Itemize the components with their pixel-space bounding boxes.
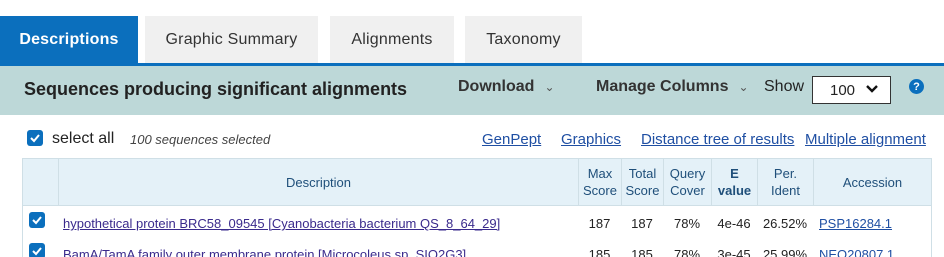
description-link[interactable]: BamA/TamA family outer membrane protein … — [63, 247, 466, 257]
header-text: Max — [587, 166, 613, 181]
per-ident-cell: 26.52% — [762, 215, 808, 231]
query-cover-cell: 78% — [673, 215, 701, 231]
header-text: Score — [583, 183, 617, 198]
accession-link[interactable]: NEQ20807.1 — [819, 247, 894, 257]
selected-count: 100 sequences selected — [130, 132, 271, 147]
header-text: Per. — [773, 166, 798, 181]
tab-taxonomy-label: Taxonomy — [486, 30, 561, 48]
header-select-column — [23, 159, 58, 205]
header-accession-label: Accession — [842, 174, 903, 190]
results-toolbar: Sequences producing significant alignmen… — [0, 66, 944, 115]
header-text: Ident — [771, 183, 800, 198]
select-all-checkbox[interactable] — [27, 130, 43, 146]
header-text: E — [730, 166, 739, 181]
table-row: hypothetical protein BRC58_09545 [Cyanob… — [23, 208, 931, 238]
query-cover-cell: 78% — [673, 246, 701, 257]
per-ident-cell: 25.99% — [762, 246, 808, 257]
header-description[interactable]: Description — [58, 159, 578, 205]
row-checkbox[interactable] — [29, 212, 45, 228]
header-e-value[interactable]: Evalue — [711, 159, 757, 205]
e-value-cell: 4e-46 — [717, 215, 751, 231]
table-header: Description Max Score Total Score Query Cov… — [23, 158, 931, 206]
chevron-down-icon: ⌄ — [738, 80, 749, 94]
chevron-down-icon — [866, 82, 878, 97]
download-menu[interactable]: Download ⌄ — [458, 78, 555, 96]
description-link[interactable]: hypothetical protein BRC58_09545 [Cyanob… — [63, 216, 500, 231]
select-all-label[interactable]: select all — [52, 130, 114, 148]
e-value-cell: 3e-45 — [717, 246, 751, 257]
checkmark-icon — [32, 247, 42, 256]
show-count-value: 100 — [830, 81, 856, 99]
header-query-cover[interactable]: Query Cover — [663, 159, 711, 205]
tab-graphic-summary[interactable]: Graphic Summary — [145, 16, 318, 63]
header-per-ident[interactable]: Per. Ident — [757, 159, 813, 205]
selection-bar: select all 100 sequences selected GenPep… — [0, 126, 944, 152]
accession-link[interactable]: PSP16284.1 — [819, 216, 892, 231]
checkmark-icon — [30, 134, 40, 143]
header-text: Score — [625, 183, 660, 198]
header-per-ident-label: Per. Ident — [771, 165, 800, 199]
header-e-value-label: Evalue — [718, 165, 751, 199]
download-label: Download — [458, 78, 535, 95]
multiple-alignment-link[interactable]: Multiple alignment — [805, 131, 926, 148]
genpept-link[interactable]: GenPept — [482, 131, 541, 148]
tab-alignments[interactable]: Alignments — [330, 16, 454, 63]
tab-alignments-label: Alignments — [351, 30, 433, 48]
result-tabs: Descriptions Graphic Summary Alignments … — [0, 16, 944, 64]
header-text: Query — [669, 166, 706, 181]
max-score-cell: 185 — [588, 246, 611, 257]
header-text: Total — [628, 166, 657, 181]
tab-graphic-summary-label: Graphic Summary — [165, 30, 298, 48]
manage-columns-label: Manage Columns — [596, 78, 729, 95]
header-max-score[interactable]: Max Score — [578, 159, 621, 205]
help-icon[interactable]: ? — [909, 79, 924, 94]
chevron-down-icon: ⌄ — [544, 80, 555, 94]
graphics-link[interactable]: Graphics — [561, 131, 621, 148]
row-checkbox[interactable] — [29, 243, 45, 257]
header-query-cover-label: Query Cover — [670, 165, 705, 199]
section-title: Sequences producing significant alignmen… — [24, 79, 408, 99]
header-accession[interactable]: Accession — [813, 159, 931, 205]
max-score-cell: 187 — [588, 215, 611, 231]
header-max-score-label: Max Score — [583, 165, 617, 199]
table-row: BamA/TamA family outer membrane protein … — [23, 239, 931, 257]
header-text: Cover — [670, 183, 705, 198]
help-glyph: ? — [913, 80, 920, 93]
tab-taxonomy[interactable]: Taxonomy — [465, 16, 582, 63]
header-total-score-label: Total Score — [626, 165, 660, 199]
checkmark-icon — [32, 216, 42, 225]
distance-tree-link[interactable]: Distance tree of results — [641, 131, 794, 148]
results-table: Description Max Score Total Score Query Cov… — [22, 158, 932, 257]
header-total-score[interactable]: Total Score — [621, 159, 663, 205]
header-text: value — [717, 183, 752, 198]
total-score-cell: 185 — [631, 246, 653, 257]
header-description-label: Description — [285, 174, 352, 190]
total-score-cell: 187 — [631, 215, 653, 231]
show-count-select[interactable]: 100 — [812, 76, 891, 104]
tab-descriptions-label: Descriptions — [19, 31, 119, 48]
show-label: Show — [764, 78, 805, 95]
manage-columns-menu[interactable]: Manage Columns ⌄ — [596, 78, 749, 96]
tab-descriptions[interactable]: Descriptions — [0, 16, 138, 64]
